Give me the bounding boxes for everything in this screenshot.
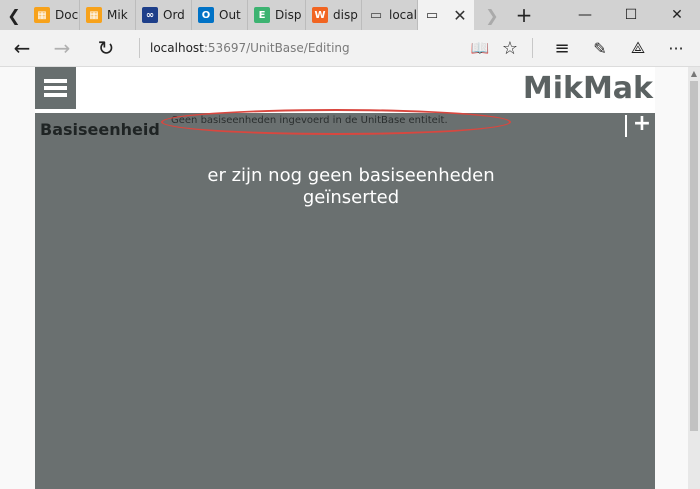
hamburger-line [44,79,67,83]
add-button[interactable]: + [632,112,652,136]
tab-label: Doc [55,8,79,22]
app-header: MikMak [35,67,655,113]
w-orange-icon: W [312,7,328,23]
highlight-annotation [161,109,511,135]
close-window-button[interactable]: ✕ [654,0,700,30]
pen-note-icon: ✎ [593,38,607,58]
url-path: :53697/UnitBase/Editing [203,41,350,55]
tab-label: Out [219,8,241,22]
chevron-right-icon: ❯ [485,5,499,25]
vertical-scrollbar[interactable]: ▲ [688,67,700,489]
browser-tab[interactable]: ▭ local [362,0,418,30]
refresh-button[interactable]: ↻ [88,30,124,66]
unit-panel: Basiseenheid Geen basiseenheden ingevoer… [35,109,655,489]
scroll-up-arrow-icon[interactable]: ▲ [688,69,700,79]
tab-label: local [389,8,417,22]
url-host: localhost [150,41,204,55]
empty-state-line: er zijn nog geen basiseenheden [207,165,495,186]
tab-label: disp [333,8,358,22]
hamburger-line [44,86,67,90]
tab-preview-icon[interactable]: ▭ [424,7,440,23]
browser-tab[interactable]: O Out [192,0,248,30]
page-icon: ▭ [369,7,383,23]
arrow-left-icon: ← [13,36,31,60]
visual-studio-icon: ∞ [142,7,158,23]
arrow-right-icon: → [53,36,71,60]
panel-title: Basiseenheid [40,120,160,139]
tab-scroll-right-button[interactable]: ❯ [478,0,506,30]
maximize-button[interactable]: ☐ [608,0,654,30]
back-button[interactable]: ← [4,30,40,66]
chevron-left-icon: ❮ [7,5,21,25]
empty-state-text: er zijn nog geen basiseenheden geïnserte… [35,165,667,209]
forward-button[interactable]: → [44,30,80,66]
office-orange-icon: ▦ [34,7,50,23]
ellipsis-icon: ··· [668,38,684,58]
navigation-bar: ← → ↻ localhost:53697/UnitBase/Editing 📖… [0,30,700,67]
browser-tab[interactable]: ∞ Ord [136,0,192,30]
more-button[interactable]: ··· [660,30,692,66]
tab-scroll-left-button[interactable]: ❮ [0,0,28,30]
web-note-button[interactable]: ✎ [584,30,616,66]
new-tab-button[interactable]: + [510,0,538,30]
page-viewport: MikMak Basiseenheid Geen basiseenheden i… [0,67,688,489]
favorite-button[interactable]: ☆ [494,30,526,66]
office-orange-icon: ▦ [86,7,102,23]
hamburger-line [44,93,67,97]
maximize-icon: ☐ [624,7,638,23]
minimize-icon: — [578,7,592,23]
green-e-icon: E [254,7,270,23]
tab-label: Mik [107,8,128,22]
menu-button[interactable] [35,67,76,109]
minimize-button[interactable]: — [562,0,608,30]
reading-view-button[interactable]: 📖 [464,30,496,66]
add-separator [625,115,627,137]
hub-button[interactable]: ≡ [546,30,578,66]
browser-tab[interactable]: E Disp [248,0,306,30]
browser-tab[interactable]: ▦ Mik [80,0,136,30]
url-separator [139,38,140,58]
hub-lines-icon: ≡ [554,37,570,59]
tab-label: Ord [163,8,185,22]
browser-tab[interactable]: ▦ Doc [28,0,80,30]
browser-tab-active[interactable]: ▭ ✕ [418,0,474,30]
refresh-icon: ↻ [97,36,115,60]
outlook-icon: O [198,7,214,23]
tab-label: Disp [275,8,302,22]
star-icon: ☆ [501,37,519,59]
tab-strip: ❮ ▦ Doc ▦ Mik ∞ Ord O Out E Disp W disp … [0,0,700,30]
browser-tab[interactable]: W disp [306,0,362,30]
close-icon: ✕ [671,7,683,23]
brand-logo: MikMak [522,71,653,106]
address-bar[interactable]: localhost:53697/UnitBase/Editing [150,30,350,66]
empty-state-line: geïnserted [302,187,400,208]
close-tab-icon[interactable]: ✕ [446,0,474,30]
book-icon: 📖 [470,39,490,57]
share-icon: ⟁ [630,38,646,57]
scroll-thumb[interactable] [690,81,698,431]
share-button[interactable]: ⟁ [622,30,654,66]
plus-icon: + [515,3,533,27]
toolbar-separator [532,38,533,58]
